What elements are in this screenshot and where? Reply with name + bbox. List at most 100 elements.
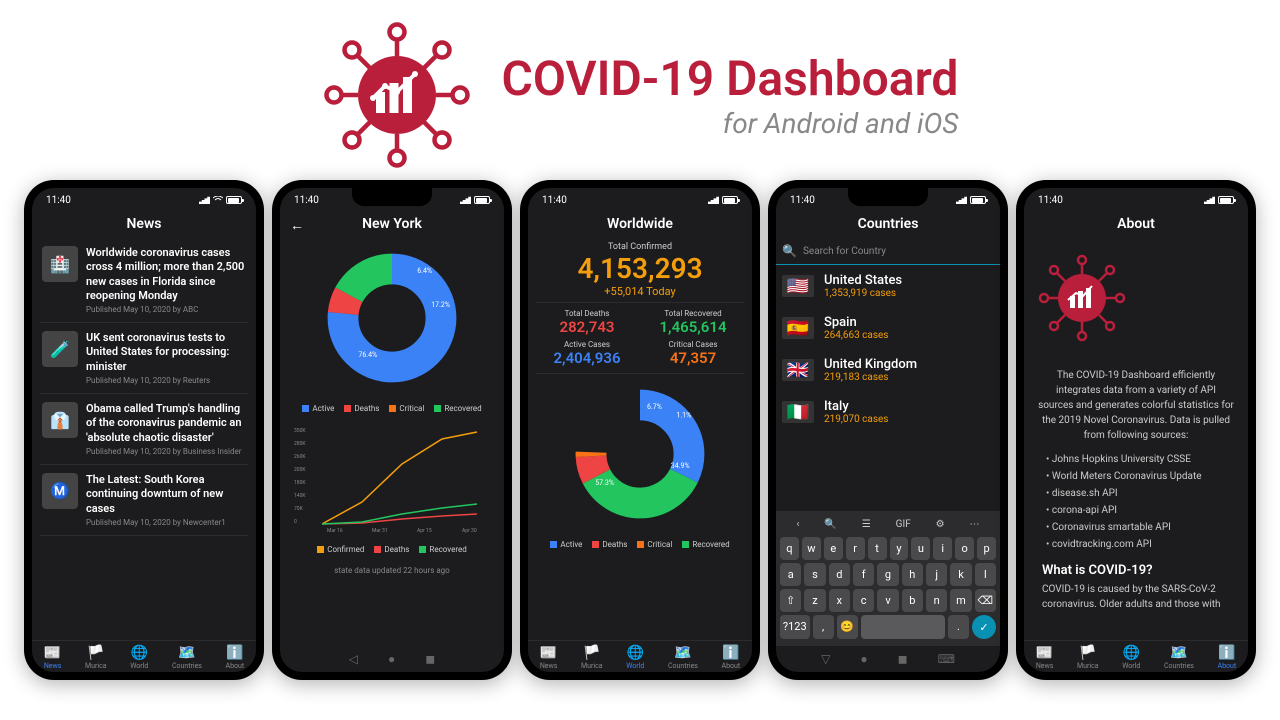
screen-title: Countries bbox=[776, 210, 1000, 238]
android-nav: ◁●◼ bbox=[280, 646, 504, 672]
news-item[interactable]: 🧪UK sent coronavirus tests to United Sta… bbox=[40, 323, 248, 394]
key-y[interactable]: y bbox=[890, 537, 909, 560]
key-i[interactable]: i bbox=[933, 537, 952, 560]
about-intro: The COVID-19 Dashboard efficiently integ… bbox=[1032, 362, 1240, 449]
key-o[interactable]: o bbox=[955, 537, 974, 560]
key-e[interactable]: e bbox=[824, 537, 843, 560]
tab-news[interactable]: 📰News bbox=[44, 645, 62, 670]
key-j[interactable]: j bbox=[926, 563, 947, 586]
key-s[interactable]: s bbox=[804, 563, 825, 586]
legend-item: Deaths bbox=[374, 545, 409, 554]
key-c[interactable]: c bbox=[853, 589, 874, 612]
key-comma[interactable]: , bbox=[813, 615, 834, 639]
key-⇧[interactable]: ⇧ bbox=[780, 589, 801, 612]
key-d[interactable]: d bbox=[829, 563, 850, 586]
countries-icon: 🗺️ bbox=[178, 645, 195, 661]
source-item: • corona-api API bbox=[1046, 502, 1226, 519]
key-t[interactable]: t bbox=[868, 537, 887, 560]
battery-icon bbox=[1218, 196, 1234, 204]
tab-about[interactable]: ℹ️About bbox=[1218, 645, 1237, 670]
news-icon: 📰 bbox=[44, 645, 61, 661]
legend-item: Recovered bbox=[434, 404, 481, 413]
search-input[interactable]: 🔍 Search for Country bbox=[776, 238, 1000, 265]
key-b[interactable]: b bbox=[902, 589, 923, 612]
murica-icon: 🏳️ bbox=[1079, 645, 1096, 661]
key-n[interactable]: n bbox=[926, 589, 947, 612]
tab-about[interactable]: ℹ️About bbox=[722, 645, 741, 670]
news-title: UK sent coronavirus tests to United Stat… bbox=[86, 331, 246, 374]
tab-murica[interactable]: 🏳️Murica bbox=[85, 645, 107, 670]
source-item: • World Meters Coronavirus Update bbox=[1046, 468, 1226, 485]
tab-murica[interactable]: 🏳️Murica bbox=[581, 645, 603, 670]
legend-item: Recovered bbox=[419, 545, 466, 554]
key-dot[interactable]: . bbox=[948, 615, 969, 639]
tab-countries[interactable]: 🗺️Countries bbox=[1164, 645, 1194, 670]
key-l[interactable]: l bbox=[975, 563, 996, 586]
hero-subtitle: for Android and iOS bbox=[502, 107, 959, 140]
news-item[interactable]: Ⓜ️The Latest: South Korea continuing dow… bbox=[40, 465, 248, 536]
svg-text:57.3%: 57.3% bbox=[595, 479, 614, 487]
battery-icon bbox=[226, 196, 242, 204]
tab-news[interactable]: 📰News bbox=[540, 645, 558, 670]
key-enter[interactable]: ✓ bbox=[972, 615, 996, 639]
key-f[interactable]: f bbox=[853, 563, 874, 586]
news-meta: Published May 10, 2020 by Reuters bbox=[86, 376, 246, 385]
tab-murica[interactable]: 🏳️Murica bbox=[1077, 645, 1099, 670]
svg-text:Mar 16: Mar 16 bbox=[327, 528, 343, 534]
search-placeholder: Search for Country bbox=[803, 246, 886, 257]
flag-icon: 🇪🇸 bbox=[782, 317, 814, 339]
key-⌫[interactable]: ⌫ bbox=[975, 589, 996, 612]
confirmed-today: +55,014 Today bbox=[536, 285, 744, 298]
country-row[interactable]: 🇺🇸United States1,353,919 cases bbox=[776, 265, 1000, 307]
ny-line-chart: 350K280K260K200K180K140K70K0 Mar 16Mar 3… bbox=[288, 419, 496, 539]
key-emoji[interactable]: 😊 bbox=[837, 615, 858, 639]
key-z[interactable]: z bbox=[804, 589, 825, 612]
keyboard[interactable]: ‹🔍☰GIF⚙⋯ qwertyuiopasdfghjkl⇧zxcvbnm⌫ ?1… bbox=[776, 511, 1000, 646]
source-item: • Coronavirus smartable API bbox=[1046, 519, 1226, 536]
key-r[interactable]: r bbox=[846, 537, 865, 560]
flag-icon: 🇬🇧 bbox=[782, 359, 814, 381]
tab-countries[interactable]: 🗺️Countries bbox=[668, 645, 698, 670]
screen-title: About bbox=[1024, 210, 1248, 238]
key-x[interactable]: x bbox=[829, 589, 850, 612]
key-a[interactable]: a bbox=[780, 563, 801, 586]
tab-world[interactable]: 🌐World bbox=[130, 645, 148, 670]
key-w[interactable]: w bbox=[802, 537, 821, 560]
key-m[interactable]: m bbox=[950, 589, 971, 612]
svg-text:350K: 350K bbox=[294, 428, 306, 434]
key-h[interactable]: h bbox=[902, 563, 923, 586]
key-space[interactable] bbox=[861, 615, 945, 639]
tab-news[interactable]: 📰News bbox=[1036, 645, 1054, 670]
key-v[interactable]: v bbox=[877, 589, 898, 612]
key-p[interactable]: p bbox=[977, 537, 996, 560]
about-question-body: COVID-19 is caused by the SARS-CoV-2 cor… bbox=[1032, 580, 1240, 614]
tab-world[interactable]: 🌐World bbox=[1122, 645, 1140, 670]
source-item: • disease.sh API bbox=[1046, 485, 1226, 502]
news-item[interactable]: 🏥Worldwide coronavirus cases cross 4 mil… bbox=[40, 238, 248, 323]
screen-title: Worldwide bbox=[528, 210, 752, 238]
key-k[interactable]: k bbox=[950, 563, 971, 586]
tab-countries[interactable]: 🗺️Countries bbox=[172, 645, 202, 670]
country-row[interactable]: 🇪🇸Spain264,663 cases bbox=[776, 307, 1000, 349]
signal-icon bbox=[956, 196, 967, 204]
svg-text:1.1%: 1.1% bbox=[676, 412, 691, 420]
key-mode[interactable]: ?123 bbox=[780, 615, 810, 639]
svg-text:200K: 200K bbox=[294, 467, 306, 473]
country-row[interactable]: 🇬🇧United Kingdom219,183 cases bbox=[776, 349, 1000, 391]
tab-world[interactable]: 🌐World bbox=[626, 645, 644, 670]
about-icon: ℹ️ bbox=[1218, 645, 1235, 661]
tab-about[interactable]: ℹ️About bbox=[226, 645, 245, 670]
murica-icon: 🏳️ bbox=[87, 645, 104, 661]
screen-title: New York bbox=[362, 216, 422, 232]
back-button[interactable]: ← bbox=[290, 217, 304, 234]
stat-cell: Active Cases2,404,936 bbox=[536, 340, 638, 367]
key-g[interactable]: g bbox=[877, 563, 898, 586]
news-thumb: Ⓜ️ bbox=[42, 473, 78, 509]
svg-text:70K: 70K bbox=[294, 506, 304, 512]
news-item[interactable]: 👔Obama called Trump's handling of the co… bbox=[40, 394, 248, 465]
key-q[interactable]: q bbox=[780, 537, 799, 560]
country-row[interactable]: 🇮🇹Italy219,070 cases bbox=[776, 391, 1000, 433]
svg-text:Apr 30: Apr 30 bbox=[462, 528, 477, 534]
key-u[interactable]: u bbox=[911, 537, 930, 560]
svg-text:260K: 260K bbox=[294, 454, 306, 460]
